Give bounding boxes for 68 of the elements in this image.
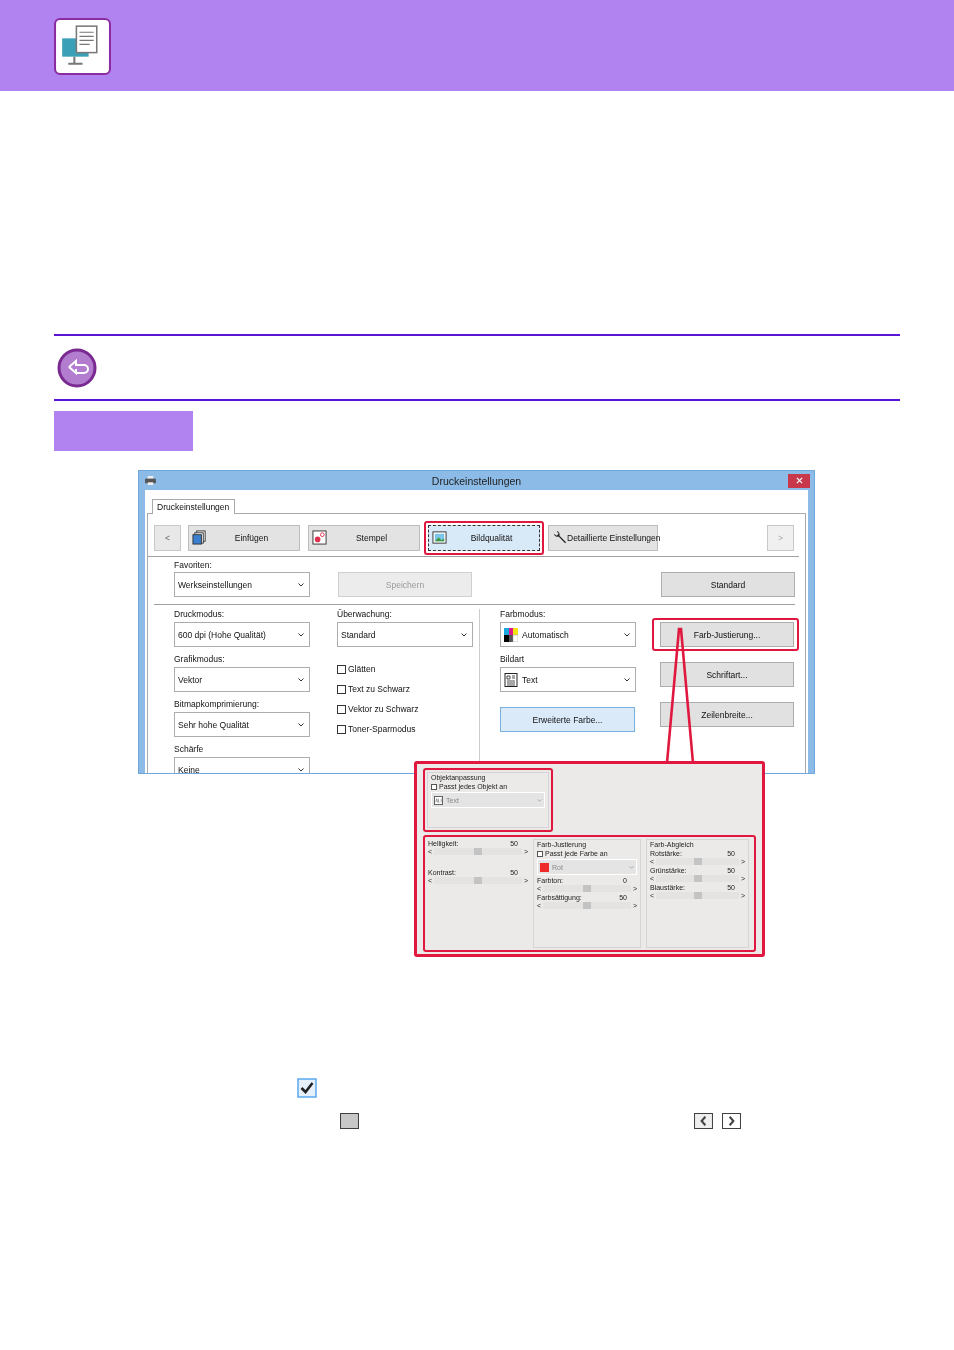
extended-color-button[interactable]: Erweiterte Farbe... xyxy=(500,707,635,732)
window-title: Druckeinstellungen xyxy=(431,474,522,487)
slider-thumb-icon xyxy=(340,1113,359,1129)
slider-thumb[interactable] xyxy=(693,892,702,899)
checkbox-label[interactable]: Glätten xyxy=(348,664,376,674)
close-button[interactable] xyxy=(788,473,810,488)
checkbox[interactable] xyxy=(337,724,346,734)
chevron-down-icon xyxy=(298,722,304,727)
checkbox-label[interactable]: Vektor zu Schwarz xyxy=(348,704,419,714)
toolbar-tab[interactable]: Bildqualität xyxy=(428,524,540,551)
field-label: Überwachung: xyxy=(337,609,393,619)
toolbar-tab[interactable]: Einfügen xyxy=(188,524,300,551)
picture-icon xyxy=(432,530,447,545)
slider-thumb[interactable] xyxy=(693,875,702,882)
dialog-button[interactable]: Zeilenbreite... xyxy=(660,702,794,727)
field-label: Bitmapkomprimierung: xyxy=(174,699,261,709)
tab[interactable]: Druckeinstellungen xyxy=(152,499,236,514)
chevron-down-icon xyxy=(298,582,304,587)
color-swatch-icon xyxy=(540,862,549,872)
color-squares-icon xyxy=(504,627,518,642)
chevron-down-icon xyxy=(298,767,304,772)
chevron-down-icon xyxy=(298,632,304,637)
arrow-left-icon xyxy=(694,1113,713,1129)
stamp-document-icon xyxy=(312,530,327,545)
checkbox-label[interactable]: Text zu Schwarz xyxy=(348,684,410,694)
checkbox-label[interactable]: Toner-Sparmodus xyxy=(348,724,416,734)
checkbox[interactable] xyxy=(537,850,543,857)
checkbox[interactable] xyxy=(431,783,437,790)
printer-icon xyxy=(145,476,156,485)
dropdown[interactable]: Keine xyxy=(174,757,310,773)
dropdown[interactable]: Werkseinstellungen xyxy=(174,572,310,597)
field-label: Farbmodus: xyxy=(500,609,547,619)
toolbar-tab[interactable]: Stempel xyxy=(308,524,420,551)
field-label: Druckmodus: xyxy=(174,609,226,619)
dropdown[interactable]: Automatisch xyxy=(500,622,636,647)
field-label: Grafikmodus: xyxy=(174,654,226,664)
dropdown[interactable]: Vektor xyxy=(174,667,310,692)
scroll-left-button[interactable]: < xyxy=(154,524,181,551)
checkbox[interactable] xyxy=(337,664,346,674)
field-label: Favoriten: xyxy=(174,560,213,570)
checkbox[interactable] xyxy=(337,704,346,714)
arrow-right-icon xyxy=(722,1113,741,1129)
chevron-down-icon xyxy=(461,632,467,637)
chevron-down-icon xyxy=(298,677,304,682)
checkbox[interactable] xyxy=(337,684,346,694)
chevron-down-icon xyxy=(624,632,630,637)
toolbar-tab[interactable]: Detaillierte Einstellungen xyxy=(548,524,658,551)
dropdown[interactable]: 600 dpi (Hohe Qualität) xyxy=(174,622,310,647)
slider-thumb[interactable] xyxy=(583,885,591,892)
field-label: Schärfe xyxy=(174,744,205,754)
dropdown[interactable]: Standard xyxy=(337,622,473,647)
close-icon xyxy=(795,477,803,484)
text-document-icon xyxy=(504,672,518,687)
chevron-down-icon xyxy=(624,677,630,682)
field-label: Bildart xyxy=(500,654,526,664)
slider-thumb[interactable] xyxy=(693,858,702,865)
dropdown[interactable]: Text xyxy=(500,667,636,692)
text-abc-icon xyxy=(434,795,443,805)
dropdown[interactable]: Sehr hohe Qualität xyxy=(174,712,310,737)
wrench-icon xyxy=(552,530,567,545)
slider-thumb[interactable] xyxy=(474,877,482,884)
standard-button[interactable]: Standard xyxy=(661,572,795,597)
copies-icon xyxy=(192,530,207,545)
slider-thumb[interactable] xyxy=(474,848,482,855)
dialog-button[interactable]: Farb-Justierung... xyxy=(660,622,794,647)
computer-document-icon xyxy=(54,18,111,75)
dialog-button[interactable]: Schriftart... xyxy=(660,662,794,687)
slider-thumb[interactable] xyxy=(583,902,591,909)
